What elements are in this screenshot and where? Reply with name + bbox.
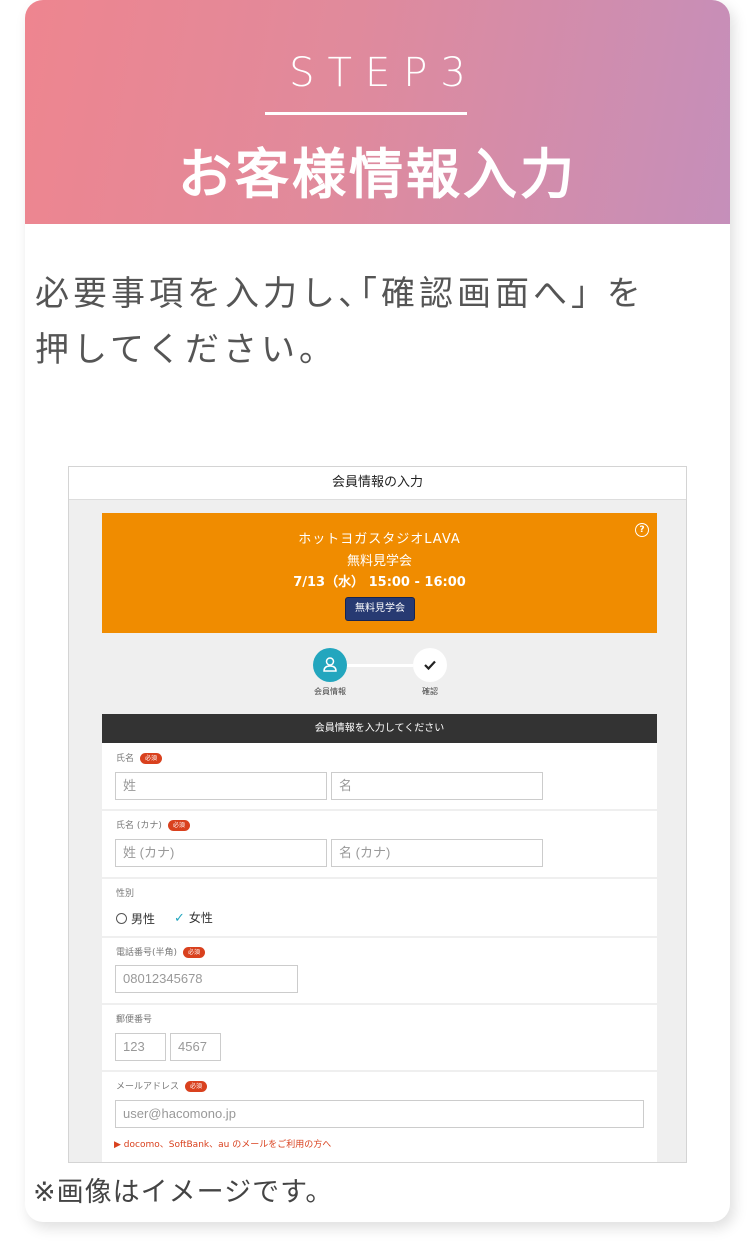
first-name-kana-input[interactable]: 名 (カナ)	[331, 839, 543, 867]
required-badge: 必須	[167, 820, 190, 831]
required-badge: 必須	[140, 753, 163, 764]
first-name-input[interactable]: 名	[331, 772, 543, 800]
event-datetime: 7/13（水） 15:00 - 16:00	[293, 575, 466, 590]
required-badge: 必須	[185, 1081, 208, 1092]
image-note: ※画像はイメージです。	[33, 1177, 334, 1208]
check-icon	[413, 648, 447, 682]
stepper-label-1: 会員情報	[314, 687, 346, 696]
carrier-mail-link[interactable]: ▶ docomo、SoftBank、au のメールをご利用の方へ	[114, 1137, 331, 1150]
instruction-text: 必要事項を入力し､｢確認画面へ｣ を押してください。	[35, 274, 645, 370]
form-heading: 会員情報を入力してください	[102, 714, 657, 743]
postal-label: 郵便番号	[116, 1015, 153, 1025]
event-name: 無料見学会	[346, 554, 412, 569]
member-form: 氏名 必須 姓 名 氏名 (カナ) 必須 姓 (カナ) 名 (カナ) 性別 男性 ✓…	[102, 743, 657, 1162]
last-name-input[interactable]: 姓	[115, 772, 327, 800]
step-header: STEP3 お客様情報入力	[25, 0, 730, 224]
radio-male[interactable]: 男性	[116, 910, 155, 927]
email-label: メールアドレス 必須	[116, 1079, 208, 1092]
screenshot-title: 会員情報の入力	[69, 467, 686, 500]
name-section: 氏名 必須 姓 名	[102, 743, 657, 811]
step-number: STEP3	[289, 50, 479, 96]
progress-stepper: 会員情報 確認	[69, 644, 686, 700]
event-type-button[interactable]: 無料見学会	[345, 597, 415, 621]
postal-section: 郵便番号 123 4567	[102, 1004, 657, 1072]
postal-input-1[interactable]: 123	[115, 1033, 166, 1061]
user-icon	[313, 648, 347, 682]
studio-name: ホットヨガスタジオLAVA	[298, 532, 461, 547]
phone-input[interactable]: 08012345678	[115, 965, 298, 993]
stepper-line	[347, 664, 413, 667]
form-screenshot: 会員情報の入力 ? ホットヨガスタジオLAVA 無料見学会 7/13（水） 15…	[68, 466, 687, 1163]
radio-female[interactable]: ✓ 女性	[174, 909, 213, 926]
stepper-label-2: 確認	[422, 687, 438, 696]
event-banner: ? ホットヨガスタジオLAVA 無料見学会 7/13（水） 15:00 - 16…	[102, 513, 657, 633]
required-badge: 必須	[183, 947, 206, 958]
check-icon: ✓	[174, 911, 185, 926]
gender-label: 性別	[116, 889, 135, 899]
step-divider	[265, 112, 467, 115]
email-input[interactable]: user@hacomono.jp	[115, 1100, 644, 1128]
last-name-kana-input[interactable]: 姓 (カナ)	[115, 839, 327, 867]
kana-label: 氏名 (カナ) 必須	[116, 818, 190, 831]
radio-circle-icon	[116, 913, 127, 924]
postal-input-2[interactable]: 4567	[170, 1033, 221, 1061]
name-label: 氏名 必須	[116, 751, 163, 764]
phone-label: 電話番号(半角) 必須	[116, 945, 206, 958]
gender-section: 性別 男性 ✓ 女性	[102, 878, 657, 938]
step-title: お客様情報入力	[178, 143, 577, 206]
kana-section: 氏名 (カナ) 必須 姓 (カナ) 名 (カナ)	[102, 810, 657, 879]
phone-section: 電話番号(半角) 必須 08012345678	[102, 937, 657, 1005]
email-section: メールアドレス 必須 user@hacomono.jp ▶ docomo、Soft…	[102, 1071, 657, 1162]
